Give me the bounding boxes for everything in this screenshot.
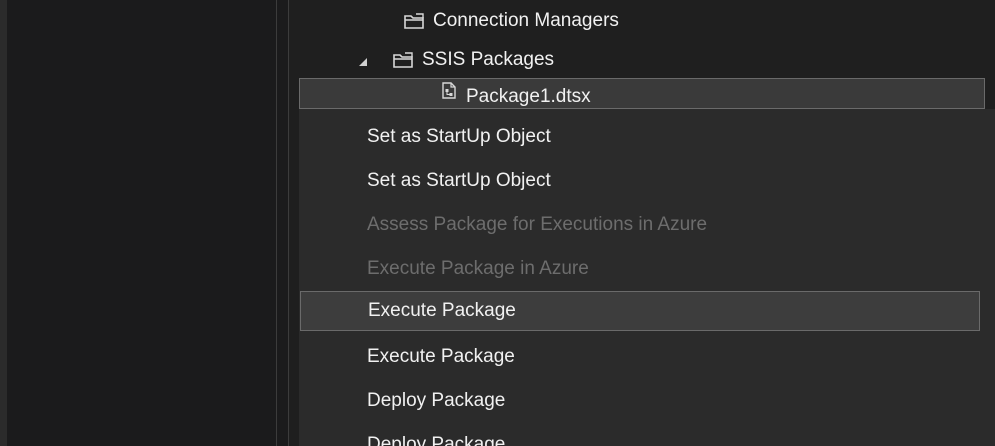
menu-item-execute-package[interactable]: Execute Package — [299, 337, 979, 377]
folder-icon — [404, 13, 424, 29]
ssis-package-icon — [442, 82, 456, 99]
menu-item-label: Deploy Package — [367, 434, 506, 446]
tree-item-connection-managers[interactable]: Connection Managers — [404, 4, 619, 38]
tree-item-label: Package1.dtsx — [466, 85, 591, 107]
context-menu: Set as StartUp Object Set as StartUp Obj… — [299, 109, 995, 446]
menu-item-label: Execute Package — [368, 300, 516, 321]
menu-item-set-startup-object[interactable]: Set as StartUp Object — [299, 117, 979, 157]
menu-item-label: Execute Package — [367, 346, 515, 367]
tree-item-label: SSIS Packages — [422, 49, 555, 70]
menu-item-execute-package-azure[interactable]: Execute Package in Azure — [299, 249, 979, 289]
menu-item-label: Set as StartUp Object — [367, 126, 551, 147]
left-pane — [0, 0, 276, 446]
collapse-arrow-icon[interactable] — [359, 58, 367, 66]
menu-item-assess-package-azure[interactable]: Assess Package for Executions in Azure — [299, 205, 979, 245]
tree-item-ssis-packages[interactable]: SSIS Packages — [359, 43, 554, 77]
tree-item-label: Connection Managers — [433, 10, 619, 31]
menu-item-label: Execute Package in Azure — [367, 258, 589, 279]
left-pane-edge — [0, 0, 7, 446]
menu-item-label: Assess Package for Executions in Azure — [367, 214, 708, 235]
menu-item-label: Set as StartUp Object — [367, 170, 551, 191]
tree-item-package1[interactable]: Package1.dtsx — [299, 78, 985, 109]
folder-icon — [393, 52, 413, 68]
menu-item-execute-package[interactable]: Execute Package — [300, 291, 980, 331]
ide-window: Connection Managers SSIS Packages Packag… — [0, 0, 995, 446]
menu-item-label: Deploy Package — [367, 390, 506, 411]
menu-item-deploy-package[interactable]: Deploy Package — [299, 425, 979, 446]
pane-gutter — [277, 0, 288, 446]
menu-item-deploy-package[interactable]: Deploy Package — [299, 381, 979, 421]
menu-item-set-startup-object[interactable]: Set as StartUp Object — [299, 161, 979, 201]
